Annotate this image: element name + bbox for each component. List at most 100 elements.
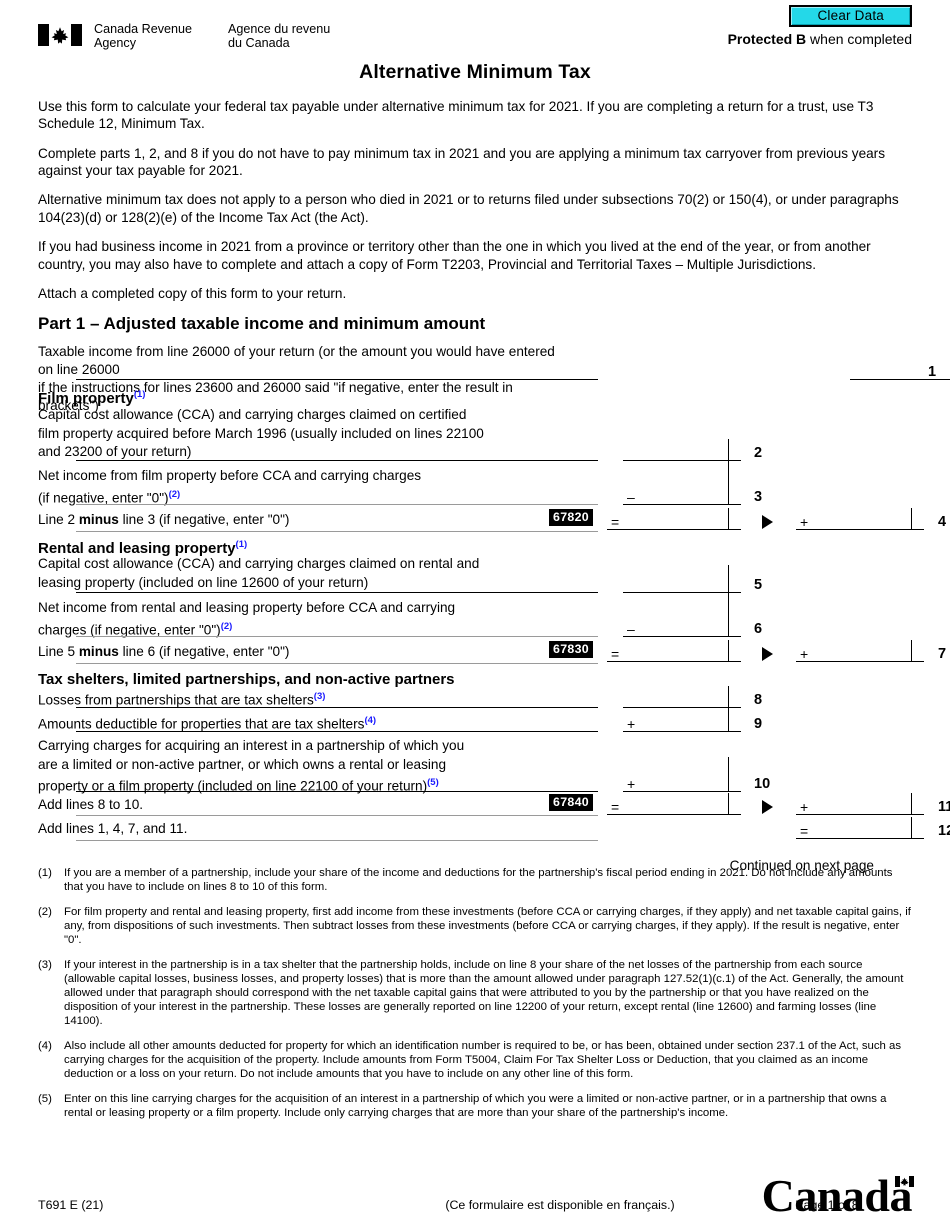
line-12-cents-tick-right [911,817,912,839]
line-11-cents-tick-mid [728,793,729,815]
footnote-text: Also include all other amounts deducted … [64,1040,902,1080]
footnote-number: (5) [38,1093,52,1105]
line-4-number: 4 [938,514,947,531]
line-5-description: Capital cost allowance (CCA) and carryin… [38,555,560,592]
line-8-number: 8 [754,692,763,709]
line-7-amount-field-mid[interactable]: = [607,640,741,663]
clear-data-button[interactable]: Clear Data [789,5,912,27]
line-11-desc-underline [76,815,598,817]
line-9-number: 9 [754,716,763,733]
carry-arrow-icon [762,800,773,815]
line-7-amount-field-right[interactable]: + [796,640,924,663]
footnote-number: (1) [38,867,52,879]
footnote-item: (5) Enter on this line carrying charges … [38,1092,912,1120]
line-6-description-row1: Net income from rental and leasing prope… [38,600,456,616]
rental-property-footnote-ref: (1) [235,539,248,551]
film-property-heading-label: Film property [38,390,134,408]
line-11-cents-tick-right [911,793,912,815]
line-2-amount-field[interactable] [623,439,741,462]
line-5-amount-field[interactable] [623,571,741,594]
line-7-description: Line 5 minus line 6 (if negative, enter … [38,644,290,660]
line-2-description-row1: Capital cost allowance (CCA) and carryin… [38,407,467,423]
canada-wordmark-text: Canada [761,1170,913,1221]
line-8-footnote-ref: (3) [313,691,326,703]
canada-flag-icon [38,24,82,46]
line-4-operator-right: + [800,514,809,531]
cra-name-english: Canada Revenue Agency [94,22,193,51]
french-version-note: (Ce formulaire est disponible en françai… [445,1198,675,1212]
intro-paragraph: Complete parts 1, 2, and 8 if you do not… [38,145,886,179]
line-10-description-row3: property or a film property (included on… [38,777,439,794]
line-10-description-row1: Carrying charges for acquiring an intere… [38,738,465,754]
page-title: Alternative Minimum Tax [359,60,591,83]
line-2-description-row2: film property acquired before March 1996… [38,425,484,441]
line-5-description-row2: leasing property (included on line 12600… [38,574,369,590]
line-3-description-row1: Net income from film property before CCA… [38,468,422,484]
line-5-desc-underline [76,592,598,594]
intro-paragraph: Use this form to calculate your federal … [38,98,874,132]
line-1-number: 1 [928,364,937,381]
footnote-item: (3) If your interest in the partnership … [38,958,912,1028]
protected-b-suffix: when completed [806,31,912,47]
line-3-amount-field[interactable]: – [623,483,741,506]
line-10-number: 10 [754,776,771,793]
line-10-amount-field[interactable]: + [623,770,741,793]
line-7-cents-tick-mid [728,640,729,662]
line-6-description: Net income from rental and leasing prope… [38,599,560,639]
footnote-number: (3) [38,959,52,971]
line-3-desc-underline [76,504,598,506]
line-6-number: 6 [754,621,763,638]
cra-name-block: Canada Revenue Agency Agence du revenu d… [94,22,330,51]
line-12-desc-underline [76,840,598,842]
form-page: Clear Data Canada Revenue Agency Agence … [0,0,950,1230]
line-1-desc-underline [76,379,598,381]
line-7-cents-tick-right [911,640,912,662]
line-4-field-code: 67820 [549,509,593,527]
film-property-footnote-ref: (1) [133,389,146,401]
line-11-number: 11 [938,799,950,816]
footnotes: (1) If you are a member of a partnership… [38,866,912,1131]
footnote-number: (2) [38,906,52,918]
footnote-text: If you are a member of a partnership, in… [64,867,893,893]
line-11-amount-field-mid[interactable]: = [607,793,741,816]
line-9-desc-underline [76,731,598,733]
line-7-operator-right: + [800,646,809,663]
canada-flag-icon [895,1176,914,1187]
line-6-amount-field[interactable]: – [623,615,741,638]
carry-arrow-icon [762,647,773,662]
intro-paragraph: Alternative minimum tax does not apply t… [38,192,899,225]
line-3-footnote-ref: (2) [168,488,181,500]
intro-paragraph: Attach a completed copy of this form to … [38,286,347,302]
line-11-field-code: 67840 [549,794,593,812]
line-3-number: 3 [754,489,763,506]
line-1-description-row1: Taxable income from line 26000 of your r… [38,344,555,377]
line-12-amount-field-right[interactable]: = [796,817,924,840]
line-5-description-row1: Capital cost allowance (CCA) and carryin… [38,556,480,572]
line-8-amount-field[interactable] [623,686,741,709]
part-1-heading: Part 1 – Adjusted taxable income and min… [38,314,486,334]
line-7-field-code: 67830 [549,641,593,659]
cra-signature: Canada Revenue Agency Agence du revenu d… [38,22,330,51]
line-4-amount-field-mid[interactable]: = [607,508,741,531]
cra-name-french: Agence du revenu du Canada [228,22,331,51]
line-12-description: Add lines 1, 4, 7, and 11. [38,821,188,837]
shelters-mid-column-divider-a [728,686,729,733]
line-4-cents-tick-right [911,508,912,530]
line-11-amount-field-right[interactable]: + [796,793,924,816]
footnote-item: (4) Also include all other amounts deduc… [38,1039,912,1081]
footnote-item: (2) For film property and rental and lea… [38,905,912,947]
line-4-amount-field-right[interactable]: + [796,508,924,531]
film-mid-column-divider [728,439,729,506]
line-12-operator-right: = [800,823,809,840]
footnote-text: Enter on this line carrying charges for … [64,1093,887,1119]
line-7-desc-underline [76,663,598,665]
line-11-description: Add lines 8 to 10. [38,797,144,813]
tax-shelters-heading: Tax shelters, limited partnerships, and … [38,671,455,689]
line-8-desc-underline [76,707,598,709]
intro-paragraph: If you had business income in 2021 from … [38,239,871,272]
line-4-cents-tick-mid [728,508,729,530]
line-9-amount-field[interactable]: + [623,710,741,733]
line-4-desc-underline [76,531,598,533]
film-property-heading: Film property(1) [38,389,145,407]
line-2-description-row3: and 23200 of your return) [38,444,192,460]
